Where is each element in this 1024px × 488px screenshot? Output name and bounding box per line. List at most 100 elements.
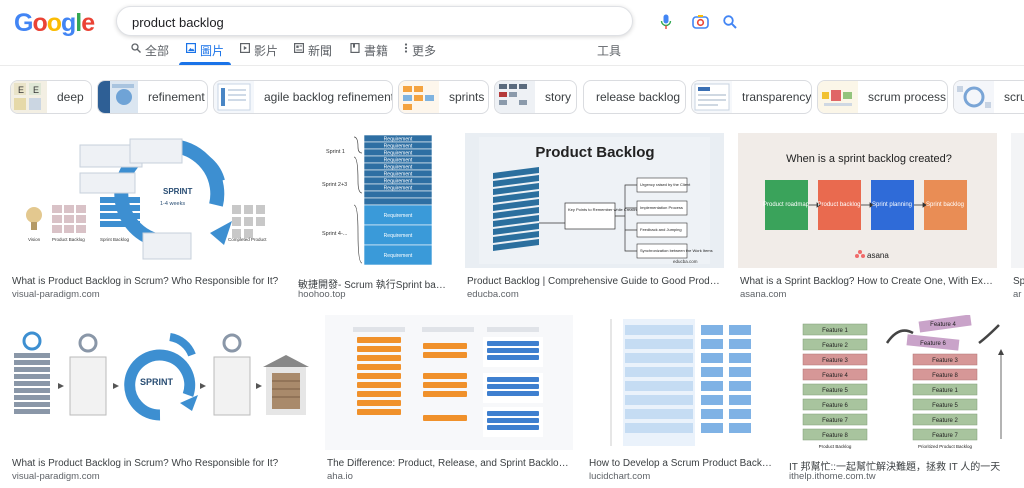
result-thumbnail[interactable]: SPRINT 1-4 weeks Vision Product Backlog … — [10, 133, 282, 268]
microphone-icon[interactable] — [657, 13, 675, 31]
chip-label: story — [545, 90, 572, 104]
image-result[interactable]: Sp ar — [1011, 133, 1024, 301]
tab-label: 影片 — [254, 44, 279, 58]
ith-caption: Prioritized Product Backlog — [918, 444, 973, 449]
feature-label: Feature 8 — [822, 433, 848, 439]
result-title[interactable]: What is Product Backlog in Scrum? Who Re… — [12, 458, 310, 469]
chip-scrum[interactable]: scrum — [953, 80, 1024, 114]
result-thumbnail[interactable] — [587, 315, 772, 450]
more-vert-icon — [404, 43, 408, 54]
chip-sprints[interactable]: sprints — [398, 80, 489, 114]
vp2-sprint-text: SPRINT — [140, 377, 174, 387]
asana-box: Sprint planning — [872, 202, 912, 208]
tools-button[interactable]: 工具 — [597, 42, 621, 64]
chip-thumbnail — [692, 81, 732, 113]
sprint-label: Sprint 4-... — [322, 231, 348, 237]
result-source[interactable]: aha.io — [327, 471, 573, 482]
result-thumbnail[interactable] — [325, 315, 573, 450]
image-result[interactable]: The Difference: Product, Release, and Sp… — [325, 315, 573, 485]
vp-sprint-text: SPRINT — [163, 187, 192, 196]
chip-scrum-process[interactable]: scrum process — [817, 80, 948, 114]
vp-weeks-text: 1-4 weeks — [160, 201, 185, 207]
asana-title: When is a sprint backlog created? — [786, 153, 952, 165]
tab-label: 更多 — [412, 44, 437, 58]
result-thumbnail[interactable]: Feature 1 Feature 2 Feature 3 Feature 4 … — [787, 315, 1024, 450]
tab-all[interactable]: 全部 — [131, 42, 169, 64]
chip-label: scrum — [1004, 90, 1024, 104]
search-box[interactable] — [116, 6, 737, 36]
tab-images[interactable]: 圖片 — [178, 42, 232, 65]
tab-videos[interactable]: 影片 — [240, 42, 278, 64]
news-icon — [294, 43, 304, 54]
tab-news[interactable]: 新聞 — [294, 42, 332, 64]
tab-books[interactable]: 書籍 — [350, 42, 388, 64]
asana-brand: asana — [867, 251, 889, 260]
educba-title: Product Backlog — [535, 144, 654, 161]
asana-box: Product backlog — [817, 202, 860, 208]
image-result[interactable]: SPRINT What is Product Backlog in Scrum?… — [10, 315, 310, 485]
feature-label: Feature 1 — [822, 328, 848, 334]
google-logo[interactable]: Google — [14, 9, 95, 37]
result-source[interactable]: visual-paradigm.com — [12, 471, 310, 482]
feature-label: Feature 7 — [822, 418, 848, 424]
result-source[interactable]: lucidchart.com — [589, 471, 772, 482]
vp-label: Vision — [28, 237, 41, 242]
image-result[interactable]: How to Develop a Scrum Product Backlog..… — [587, 315, 772, 485]
chip-thumbnail — [954, 81, 994, 113]
result-thumbnail[interactable] — [1011, 133, 1024, 268]
feature-label: Feature 5 — [932, 403, 958, 409]
chip-label: refinement — [148, 90, 205, 104]
result-source[interactable]: asana.com — [740, 289, 998, 300]
feature-label: Feature 4 — [822, 373, 848, 379]
feature-label: Feature 7 — [932, 433, 958, 439]
chip-refinement[interactable]: refinement — [97, 80, 208, 114]
result-title[interactable]: The Difference: Product, Release, and Sp… — [327, 458, 573, 469]
image-result[interactable]: SPRINT 1-4 weeks Vision Product Backlog … — [10, 133, 282, 301]
result-title[interactable]: What is Product Backlog in Scrum? Who Re… — [12, 276, 280, 287]
result-title[interactable]: What is a Sprint Backlog? How to Create … — [740, 276, 998, 287]
image-result[interactable]: Feature 1 Feature 2 Feature 3 Feature 4 … — [787, 315, 1024, 485]
image-result[interactable]: When is a sprint backlog created? Produc… — [738, 133, 998, 301]
svg-text:E: E — [18, 85, 24, 95]
search-input[interactable] — [132, 12, 512, 32]
search-icon[interactable] — [721, 13, 739, 31]
chip-story[interactable]: story — [494, 80, 577, 114]
sprint-label: Sprint 2+3 — [322, 182, 347, 188]
asana-box: Sprint backlog — [926, 202, 964, 208]
result-thumbnail[interactable]: Product Backlog Key Points to Remember w… — [465, 133, 724, 268]
result-source[interactable]: hoohoo.top — [298, 289, 448, 300]
chip-thumbnail — [98, 81, 138, 113]
result-source[interactable]: ar — [1013, 289, 1024, 300]
feature-label: Feature 2 — [932, 418, 958, 424]
ith-caption: Product Backlog — [819, 444, 852, 449]
result-thumbnail[interactable]: Requirement Requirement Requirement Requ… — [296, 133, 448, 268]
chip-agile-backlog-refinement[interactable]: agile backlog refinement — [213, 80, 393, 114]
chip-thumbnail — [818, 81, 858, 113]
result-title[interactable]: How to Develop a Scrum Product Backlog..… — [589, 458, 772, 469]
result-thumbnail[interactable]: SPRINT — [10, 315, 310, 450]
chip-label: deep — [57, 90, 84, 104]
chip-thumbnail — [214, 81, 254, 113]
image-icon — [186, 43, 196, 54]
result-title[interactable]: Sp — [1013, 276, 1024, 287]
chip-deep[interactable]: EE deep — [10, 80, 92, 114]
result-source[interactable]: visual-paradigm.com — [12, 289, 280, 300]
image-result[interactable]: Product Backlog Key Points to Remember w… — [465, 133, 725, 301]
chip-release-backlog[interactable]: release backlog — [583, 80, 686, 114]
feature-label: Feature 2 — [822, 343, 848, 349]
result-thumbnail[interactable]: When is a sprint backlog created? Produc… — [738, 133, 997, 268]
tab-label: 全部 — [145, 44, 170, 58]
feature-label: Feature 3 — [932, 358, 958, 364]
req-text: Requirement — [384, 137, 413, 143]
chip-transparency[interactable]: transparency — [691, 80, 812, 114]
image-result[interactable]: Requirement Requirement Requirement Requ… — [296, 133, 448, 301]
result-source[interactable]: ithelp.ithome.com.tw — [789, 471, 1024, 482]
educba-point: Implementation Process — [640, 205, 683, 210]
sprint-label: Sprint 1 — [326, 149, 345, 155]
feature-label: Feature 6 — [822, 403, 848, 409]
result-title[interactable]: Product Backlog | Comprehensive Guide to… — [467, 276, 725, 287]
feature-label: Feature 3 — [822, 358, 848, 364]
tab-more[interactable]: 更多 — [404, 42, 436, 64]
result-source[interactable]: educba.com — [467, 289, 725, 300]
camera-lens-icon[interactable] — [691, 13, 709, 31]
